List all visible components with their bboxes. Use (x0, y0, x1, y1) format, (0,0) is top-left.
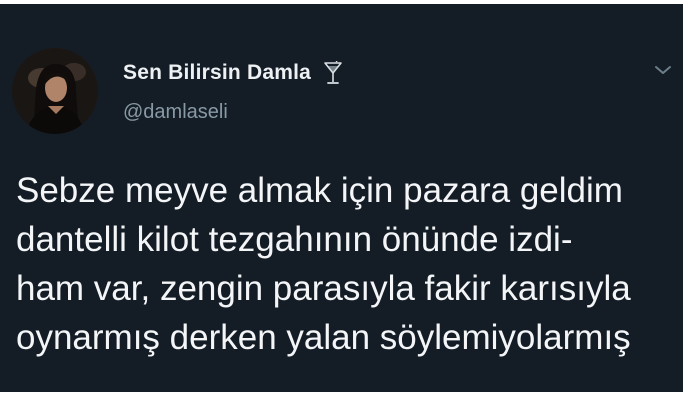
display-name[interactable]: Sen Bilirsin Damla (123, 61, 311, 85)
avatar[interactable] (12, 48, 98, 134)
tweet-text: Sebze meyve almak için pazara geldim dan… (16, 166, 676, 362)
tweet-text-line: dantelli kilot tezgahının önünde izdi- (16, 220, 573, 259)
cocktail-glass-icon (323, 58, 343, 85)
tweet-text-line: oynarmış derken yalan söylemiyolarmış (16, 318, 631, 357)
chevron-down-icon[interactable] (652, 62, 674, 78)
tweet-text-line: ham var, zengin parasıyla fakir karısıyl… (16, 269, 631, 308)
user-handle[interactable]: @damlaseli (123, 101, 228, 124)
avatar-photo (12, 48, 98, 134)
author-name-row: Sen Bilirsin Damla (123, 58, 343, 85)
tweet-card: Sen Bilirsin Damla @damlaseli Sebze meyv… (0, 4, 683, 392)
tweet-text-line: Sebze meyve almak için pazara geldim (16, 171, 623, 210)
screenshot-frame: Sen Bilirsin Damla @damlaseli Sebze meyv… (0, 0, 690, 401)
